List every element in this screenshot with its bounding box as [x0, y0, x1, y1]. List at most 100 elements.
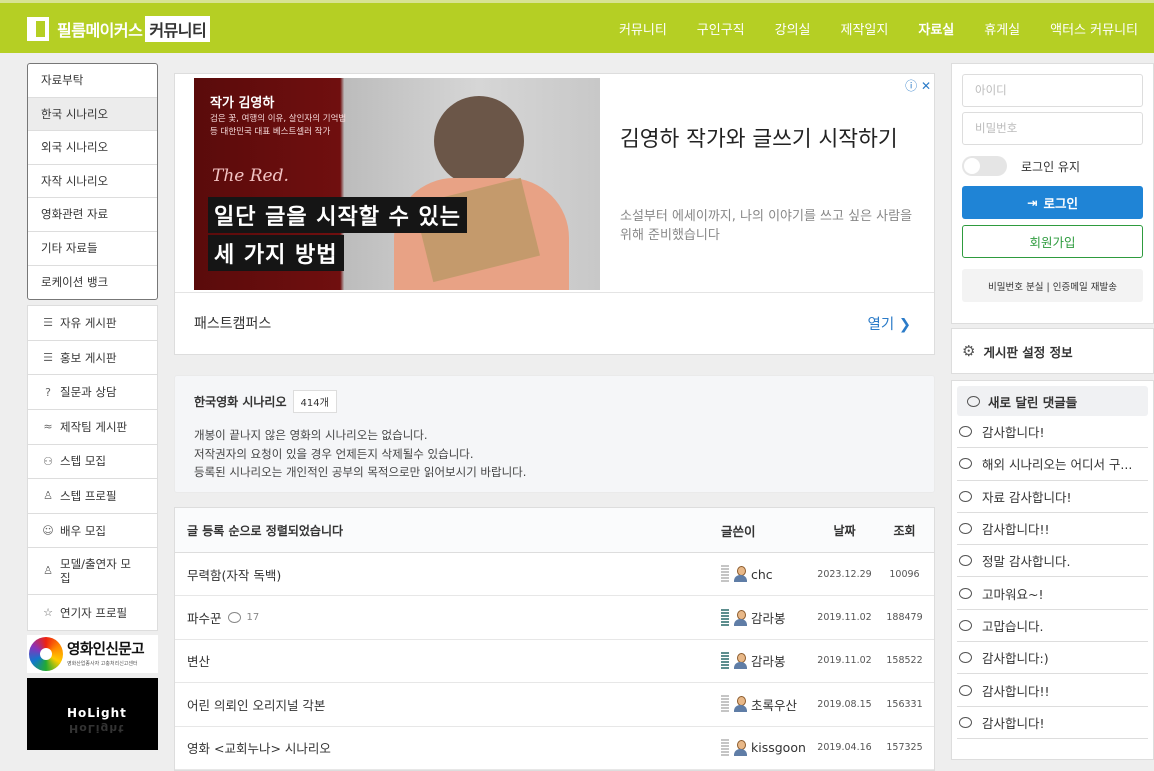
board-label: 연기자 프로필 — [60, 605, 128, 620]
board-free[interactable]: ☰ 자유 게시판 — [28, 306, 157, 341]
list-item[interactable]: 감사합니다!! — [957, 674, 1148, 707]
board-label: 배우 모집 — [60, 523, 106, 538]
recent-comments: 새로 달린 댓글들 감사합니다! 해외 시나리오는 어디서 구... 자료 감사… — [951, 380, 1154, 760]
banner-film-complaint[interactable]: 영화인신문고 영화산업종사자 고충처리신고센터 — [27, 634, 158, 673]
list-item[interactable]: 자료 감사합니다! — [957, 481, 1148, 513]
nav-actors-community[interactable]: 액터스 커뮤니티 — [1050, 19, 1138, 38]
board-promo[interactable]: ☰ 홍보 게시판 — [28, 341, 157, 376]
category-etc[interactable]: 기타 자료들 — [28, 232, 157, 266]
ad-title[interactable]: 김영하 작가와 글쓰기 시작하기 — [620, 124, 900, 155]
banner-holight[interactable]: HoLight HoLight — [27, 677, 158, 750]
ad-image[interactable]: 작가 김영하 검은 꽃, 여행의 이유, 살인자의 기억법 등 대한민국 대표 … — [194, 78, 600, 290]
post-author[interactable]: chc — [721, 565, 812, 584]
author-name: 감라봉 — [751, 654, 786, 670]
banner-title: 영화인신문고 — [67, 641, 145, 658]
board-staff-recruit[interactable]: ⚇ 스텝 모집 — [28, 445, 157, 480]
post-title[interactable]: 영화 <교회누나> 시나리오 — [175, 738, 721, 757]
comment-text: 감사합니다! — [982, 425, 1045, 441]
author-name: kissgoon — [751, 740, 806, 756]
mask-icon: ☺ — [42, 524, 54, 538]
ad-image-name: 작가 김영하 — [210, 96, 275, 111]
password-input[interactable]: 비밀번호 — [962, 112, 1143, 145]
board-label: 질문과 상담 — [60, 385, 117, 400]
category-korean-scenario[interactable]: 한국 시나리오 — [28, 97, 157, 132]
author-name: 감라봉 — [751, 611, 786, 627]
board-model-recruit[interactable]: ♙ 모델/출연자 모집 — [28, 548, 157, 596]
board-info: 한국영화 시나리오 414개 개봉이 끝나지 않은 영화의 시나리오는 없습니다… — [174, 375, 935, 493]
ad-open-button[interactable]: 열기 ❯ — [868, 313, 911, 334]
nav-production-log[interactable]: 제작일지 — [841, 19, 889, 38]
post-views: 157325 — [886, 742, 923, 754]
notice-line: 개봉이 끝나지 않은 영화의 시나리오는 없습니다. — [194, 428, 428, 442]
board-actor-recruit[interactable]: ☺ 배우 모집 — [28, 514, 157, 549]
post-author[interactable]: 감라봉 — [721, 651, 812, 670]
table-row[interactable]: 변산 감라봉 2019.11.02 158522 — [175, 640, 934, 684]
ad-choices-icon[interactable]: ⓘ ✕ — [905, 77, 931, 94]
list-item[interactable]: 해외 시나리오는 어디서 구... — [957, 448, 1148, 481]
post-title[interactable]: 변산 — [175, 651, 721, 670]
list-item[interactable]: 감사합니다!! — [957, 513, 1148, 546]
post-title[interactable]: 파수꾼 17 — [175, 608, 721, 627]
id-input[interactable]: 아이디 — [962, 74, 1143, 107]
category-location-bank[interactable]: 로케이션 뱅크 — [28, 266, 157, 300]
post-title-text: 영화 <교회누나> 시나리오 — [187, 741, 331, 757]
comment-text: 해외 시나리오는 어디서 구... — [982, 457, 1133, 473]
board-label: 모델/출연자 모집 — [60, 557, 132, 586]
table-row[interactable]: 파수꾼 17 감라봉 2019.11.02 188479 — [175, 596, 934, 640]
board-settings[interactable]: ⚙ 게시판 설정 정보 — [951, 328, 1154, 374]
board-title-row: 한국영화 시나리오 414개 — [194, 390, 915, 413]
nav-lounge[interactable]: 휴게실 — [984, 19, 1020, 38]
board-menu: ☰ 자유 게시판 ☰ 홍보 게시판 ? 질문과 상담 ≈ 제작팀 게시판 ⚇ 스텝 모집 … — [27, 305, 158, 631]
board-label: 제작팀 게시판 — [60, 419, 128, 434]
table-row[interactable]: 무력함(자작 독백) chc 2023.12.29 10096 — [175, 553, 934, 597]
board-staff-profile[interactable]: ♙ 스텝 프로필 — [28, 479, 157, 514]
list-icon: ☰ — [43, 351, 53, 365]
speech-bubble-icon — [959, 490, 972, 502]
login-button[interactable]: ⇥ 로그인 — [962, 186, 1143, 219]
avatar-icon — [733, 609, 747, 626]
speech-bubble-icon — [959, 587, 972, 599]
board-crew[interactable]: ≈ 제작팀 게시판 — [28, 410, 157, 445]
nav-jobs[interactable]: 구인구직 — [697, 19, 745, 38]
site-logo[interactable]: 필름메이커스 커뮤니티 — [27, 16, 211, 42]
post-views: 188479 — [886, 612, 923, 624]
list-item[interactable]: 고맙습니다. — [957, 610, 1148, 643]
comment-text: 감사합니다!! — [982, 683, 1050, 699]
board-qna[interactable]: ? 질문과 상담 — [28, 375, 157, 410]
author-name: 초록우산 — [751, 697, 798, 713]
nav-resources[interactable]: 자료실 — [918, 19, 954, 38]
advertisement[interactable]: 작가 김영하 검은 꽃, 여행의 이유, 살인자의 기억법 등 대한민국 대표 … — [174, 73, 935, 355]
category-own-scenario[interactable]: 자작 시나리오 — [28, 165, 157, 199]
nav-community[interactable]: 커뮤니티 — [619, 19, 667, 38]
find-password-link[interactable]: 비밀번호 분실 | 인증메일 재발송 — [962, 269, 1143, 302]
board-actor-profile[interactable]: ☆ 연기자 프로필 — [28, 595, 157, 630]
post-author[interactable]: kissgoon — [721, 738, 812, 757]
category-film-material[interactable]: 영화관련 자료 — [28, 198, 157, 232]
speech-bubble-icon — [959, 555, 972, 567]
join-button[interactable]: 회원가입 — [962, 225, 1143, 258]
level-icon — [721, 608, 729, 627]
list-item[interactable]: 감사합니다! — [957, 707, 1148, 739]
post-title[interactable]: 어린 의뢰인 오리지널 각본 — [175, 695, 721, 714]
nav-lectures[interactable]: 강의실 — [775, 19, 811, 38]
post-author[interactable]: 감라봉 — [721, 608, 812, 627]
recent-comments-title: 새로 달린 댓글들 — [988, 394, 1078, 410]
post-author[interactable]: 초록우산 — [721, 695, 812, 714]
table-row[interactable]: 어린 의뢰인 오리지널 각본 초록우산 2019.08.15 156331 — [175, 683, 934, 727]
list-item[interactable]: 감사합니다! — [957, 416, 1148, 449]
category-request[interactable]: 자료부탁 — [28, 64, 157, 98]
post-title-text: 어린 의뢰인 오리지널 각본 — [187, 697, 326, 713]
post-date: 2023.12.29 — [817, 568, 872, 580]
keep-login-toggle[interactable] — [962, 156, 1007, 176]
chevron-right-icon: ❯ — [898, 317, 911, 333]
list-item[interactable]: 정말 감사합니다. — [957, 545, 1148, 578]
main-nav: 커뮤니티 구인구직 강의실 제작일지 자료실 휴게실 액터스 커뮤니티 — [589, 3, 1138, 53]
post-title[interactable]: 무력함(자작 독백) — [175, 565, 721, 584]
ad-subtitle: 소설부터 에세이까지, 나의 이야기를 쓰고 싶은 사람을 위해 준비했습니다 — [620, 209, 913, 243]
list-item[interactable]: 고마워요~! — [957, 577, 1148, 610]
avatar-icon — [733, 696, 747, 713]
table-row[interactable]: 영화 <교회누나> 시나리오 kissgoon 2019.04.16 15732… — [175, 727, 934, 770]
list-item[interactable]: 감사합니다:) — [957, 642, 1148, 675]
list-icon: ☰ — [43, 316, 53, 330]
category-foreign-scenario[interactable]: 외국 시나리오 — [28, 131, 157, 165]
